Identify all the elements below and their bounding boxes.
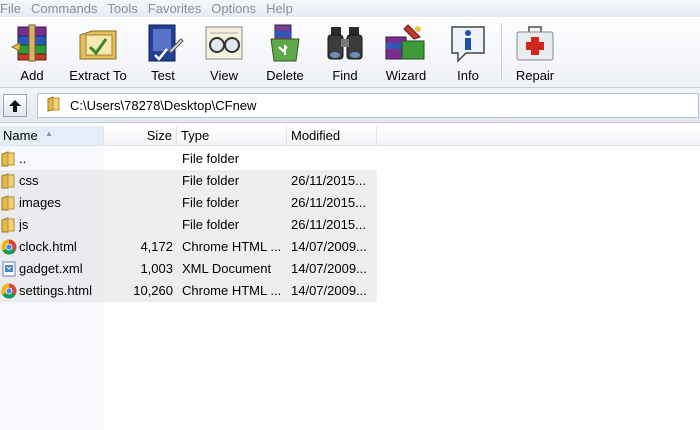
extract-to-icon	[76, 21, 120, 65]
menu-favorites[interactable]: Favorites	[144, 1, 207, 17]
folder-icon	[1, 173, 17, 189]
test-button[interactable]: Test	[140, 17, 186, 87]
xml-document-icon	[1, 261, 17, 277]
extract-to-label: Extract To	[69, 68, 127, 83]
file-type: XML Document	[182, 261, 272, 276]
wizard-icon	[384, 21, 428, 65]
delete-icon	[263, 21, 307, 65]
test-icon	[141, 21, 185, 65]
file-name: ..	[19, 151, 27, 166]
column-header-name[interactable]: ▲ Name	[0, 126, 104, 145]
menu-tools[interactable]: Tools	[103, 1, 143, 17]
file-size: 4,172	[140, 239, 173, 254]
file-modified	[291, 148, 376, 170]
view-button[interactable]: View	[200, 17, 248, 87]
file-type: File folder	[182, 173, 240, 188]
toolbar-separator	[501, 23, 503, 81]
address-path: C:\Users\78278\Desktop\CFnew	[70, 98, 257, 113]
find-label: Find	[332, 68, 358, 83]
delete-label: Delete	[266, 68, 304, 83]
file-size	[104, 192, 173, 214]
address-field[interactable]: C:\Users\78278\Desktop\CFnew	[37, 93, 699, 118]
column-name-label: Name	[3, 128, 38, 143]
extract-to-button[interactable]: Extract To	[64, 17, 132, 87]
delete-button[interactable]: Delete	[262, 17, 308, 87]
column-header-size[interactable]: Size	[104, 126, 177, 145]
folder-icon	[1, 217, 17, 233]
table-row[interactable]: .. File folder	[0, 148, 700, 170]
file-name: clock.html	[19, 239, 77, 254]
menu-commands[interactable]: Commands	[27, 1, 103, 17]
file-size	[104, 170, 173, 192]
table-row[interactable]: settings.html 10,260 Chrome HTML ... 14/…	[0, 280, 700, 302]
folder-icon	[1, 151, 17, 167]
column-size-label: Size	[146, 128, 172, 143]
file-list-header: ▲ Name Size Type Modified	[0, 126, 700, 146]
column-header-type[interactable]: Type	[177, 126, 287, 145]
toolbar: Add Extract To Test View Delete Find Wiz…	[0, 17, 700, 88]
find-button[interactable]: Find	[322, 17, 368, 87]
menu-help[interactable]: Help	[262, 1, 299, 17]
file-name: settings.html	[19, 283, 92, 298]
file-type: File folder	[182, 195, 240, 210]
file-modified: 26/11/2015...	[291, 217, 366, 232]
address-bar-row: C:\Users\78278\Desktop\CFnew	[0, 88, 700, 123]
chrome-icon	[1, 283, 17, 299]
file-size	[104, 148, 173, 170]
file-name: css	[19, 173, 39, 188]
folder-icon	[1, 195, 17, 211]
info-button[interactable]: Info	[446, 17, 490, 87]
repair-button[interactable]: Repair	[510, 17, 560, 87]
chrome-icon	[1, 239, 17, 255]
menu-bar: File Commands Tools Favorites Options He…	[0, 0, 700, 17]
menu-file[interactable]: File	[0, 1, 27, 17]
wizard-button[interactable]: Wizard	[380, 17, 432, 87]
find-binoculars-icon	[323, 21, 367, 65]
table-row[interactable]: css File folder 26/11/2015...	[0, 170, 700, 192]
view-label: View	[210, 68, 238, 83]
menu-options[interactable]: Options	[207, 1, 262, 17]
table-row[interactable]: clock.html 4,172 Chrome HTML ... 14/07/2…	[0, 236, 700, 258]
up-arrow-icon	[9, 99, 21, 112]
file-list: .. File folder css File folder 26/11/201…	[0, 148, 700, 302]
wizard-label: Wizard	[385, 68, 427, 83]
file-size	[104, 214, 173, 236]
repair-first-aid-icon	[513, 21, 557, 65]
file-size: 1,003	[140, 261, 173, 276]
sort-ascending-icon: ▲	[45, 129, 53, 138]
file-modified: 14/07/2009...	[291, 261, 367, 276]
file-modified: 26/11/2015...	[291, 173, 366, 188]
file-type: Chrome HTML ...	[182, 239, 282, 254]
add-label: Add	[20, 68, 44, 83]
table-row[interactable]: images File folder 26/11/2015...	[0, 192, 700, 214]
file-type: File folder	[182, 151, 240, 166]
column-header-modified[interactable]: Modified	[287, 126, 377, 145]
view-icon	[202, 21, 246, 65]
column-modified-label: Modified	[291, 128, 341, 143]
info-icon	[446, 21, 490, 65]
file-name: gadget.xml	[19, 261, 83, 276]
column-type-label: Type	[181, 128, 210, 143]
file-type: File folder	[182, 217, 240, 232]
file-modified: 14/07/2009...	[291, 283, 367, 298]
table-row[interactable]: gadget.xml 1,003 XML Document 14/07/2009…	[0, 258, 700, 280]
add-button[interactable]: Add	[6, 17, 58, 87]
table-row[interactable]: js File folder 26/11/2015...	[0, 214, 700, 236]
folder-icon	[47, 96, 61, 115]
file-name: images	[19, 195, 61, 210]
file-name: js	[19, 217, 29, 232]
test-label: Test	[151, 68, 175, 83]
repair-label: Repair	[515, 68, 555, 83]
up-folder-button[interactable]	[3, 94, 27, 117]
file-modified: 14/07/2009...	[291, 239, 367, 254]
file-modified: 26/11/2015...	[291, 195, 366, 210]
file-size: 10,260	[133, 283, 173, 298]
add-archive-icon	[10, 21, 54, 65]
file-type: Chrome HTML ...	[182, 283, 282, 298]
info-label: Info	[457, 68, 479, 83]
